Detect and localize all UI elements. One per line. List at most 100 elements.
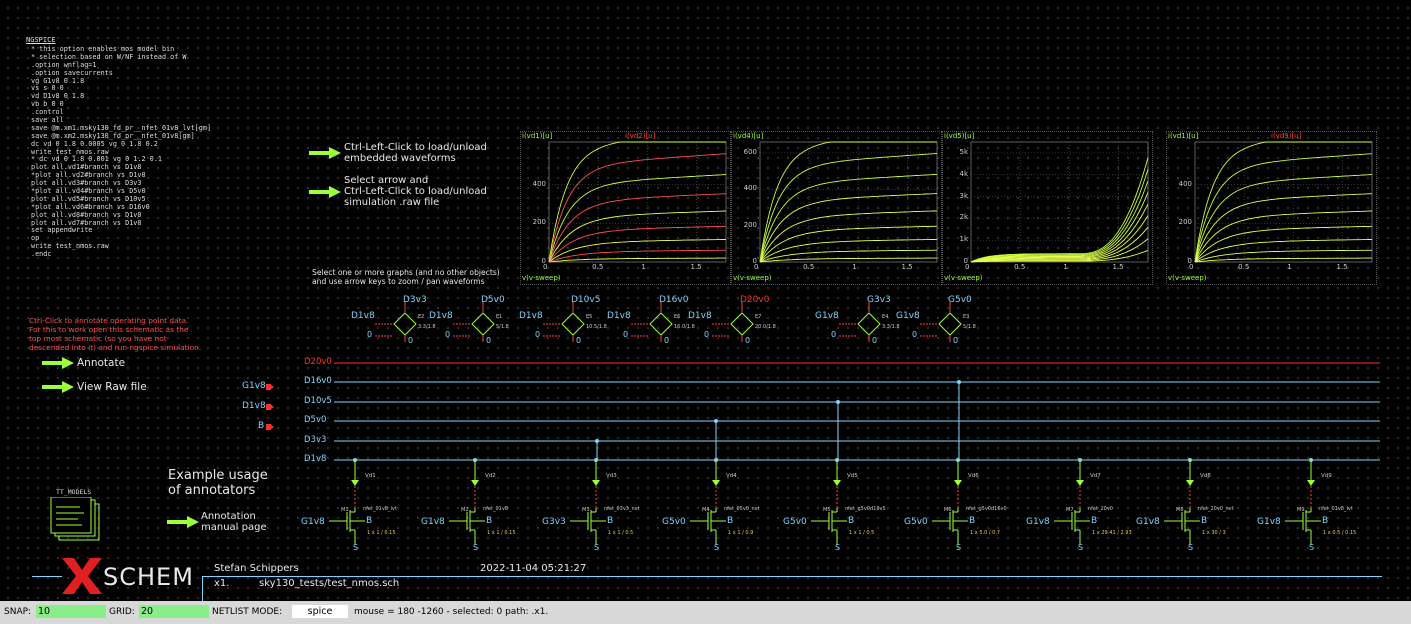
mosfet-model: nfet_20v0: [1088, 506, 1113, 512]
mosfet-size: 1 x 1 / 0.5: [849, 530, 875, 536]
gate-label: G1v8: [1136, 517, 1160, 527]
gate-label: G5v0: [783, 517, 807, 527]
source-gain: 10.5/1.8: [586, 324, 607, 330]
source-input-label: D1v8: [607, 311, 631, 321]
gate-label: G3v3: [542, 517, 566, 527]
ground-label: 0: [664, 336, 670, 345]
source-input-label: D1v8: [429, 311, 453, 321]
source-gain: 3.3/1.8: [882, 324, 900, 330]
gate-label: G1v8: [301, 517, 325, 527]
source-ref: E5: [586, 314, 593, 320]
source-label: S: [1309, 543, 1315, 552]
mosfet-ref: M4: [702, 507, 710, 513]
bus-label-d20v0: D20v0: [304, 357, 332, 367]
bulk-label: B: [969, 516, 976, 526]
mosfet-size: 1 x 0.5 / 0.15: [1323, 530, 1357, 536]
source-label: S: [714, 543, 720, 552]
bus-label-d16v0: D16v0: [304, 376, 332, 386]
source-input-label: D1v8: [519, 311, 543, 321]
bulk-label: B: [486, 516, 493, 526]
ground-label: 0: [623, 330, 629, 339]
mosfet-ref: M2: [461, 507, 469, 513]
schematic-path-text: sky130_tests/test_nmos.sch: [259, 578, 400, 589]
status-info: mouse = 180 -1260 - selected: 0 path: .x…: [354, 607, 549, 617]
mosfet-model: nfet_01v8: [483, 506, 508, 512]
gate-label: G5v0: [904, 517, 928, 527]
source-label: S: [1078, 543, 1084, 552]
voltage-source-name: Vd4: [726, 473, 737, 479]
ground-label: 0: [912, 330, 918, 339]
mosfet-model: nfet_03v3_nvt: [604, 506, 640, 512]
source-output-label: D20v0: [740, 295, 770, 305]
voltage-source-name: Vd7: [1090, 473, 1101, 479]
gate-label: G1v8: [1257, 517, 1281, 527]
mosfet-model: nfet_20v0_nvt: [1198, 506, 1234, 512]
source-output-label: G3v3: [867, 295, 891, 305]
xschem-logo-text: SCHEM: [103, 563, 194, 591]
source-input-label: D1v8: [688, 311, 712, 321]
source-gain: 20.0/1.8: [755, 324, 776, 330]
source-input-label: G1v8: [815, 311, 839, 321]
ground-label: 0: [576, 336, 582, 345]
mosfet-size: 1 x 1 / 0.9: [728, 530, 754, 536]
mosfet-ref: M3: [582, 507, 590, 513]
pin-b: B: [258, 421, 265, 431]
source-output-label: D16v0: [659, 295, 689, 305]
source-ref: E7: [755, 314, 762, 320]
ground-label: 0: [486, 336, 492, 345]
titleblock-divider: [202, 576, 203, 601]
mosfet-model: nfet_g5v0d10v5: [845, 506, 886, 512]
source-output-label: D3v3: [403, 295, 427, 305]
source-gain: 5/1.8: [963, 324, 976, 330]
mosfet-ref: M1: [341, 507, 349, 513]
source-ref: E2: [418, 314, 425, 320]
bus-label-d10v5: D10v5: [304, 396, 332, 406]
mosfet-model: nfet_05v0_nvt: [724, 506, 760, 512]
source-label: S: [956, 543, 962, 552]
mosfet-size: 1 x 30 / 3: [1202, 530, 1226, 536]
grid-input[interactable]: 20: [139, 605, 209, 618]
bulk-label: B: [1091, 516, 1098, 526]
source-output-label: D10v5: [571, 295, 601, 305]
mosfet-size: 1 x 1 / 0.15: [367, 530, 396, 536]
gate-label: G1v8: [1026, 517, 1050, 527]
date-text: 2022-11-04 05:21:27: [480, 563, 587, 574]
mosfet-ref: M8: [1176, 507, 1184, 513]
voltage-source-name: Vd2: [485, 473, 496, 479]
mosfet-size: 1 x 1 / 0.5: [608, 530, 634, 536]
bus-label-d5v0: D5v0: [304, 415, 327, 425]
snap-label: SNAP:: [4, 607, 32, 617]
source-gain: 5/1.8: [496, 324, 509, 330]
source-label: S: [353, 543, 359, 552]
xschem-logo-icon: [62, 558, 102, 594]
mosfet-ref: M5: [823, 507, 831, 513]
bulk-label: B: [607, 516, 614, 526]
grid-label: GRID:: [109, 607, 135, 617]
mosfet-model: nfet_01v8_lvt: [363, 506, 397, 512]
source-ref: E4: [882, 314, 889, 320]
pin-d1v8: D1v8: [242, 401, 266, 411]
source-label: S: [1188, 543, 1194, 552]
source-input-label: D1v8: [351, 311, 375, 321]
source-ref: E6: [674, 314, 681, 320]
source-label: S: [473, 543, 479, 552]
ground-label: 0: [535, 330, 541, 339]
schematic-canvas[interactable]: NGSPICE * this option enables mos model …: [0, 0, 1411, 601]
source-input-label: G1v8: [896, 311, 920, 321]
voltage-source-name: Vd8: [1200, 473, 1211, 479]
mosfet-size: 1 x 29.41 / 2.93: [1092, 530, 1132, 536]
source-output-label: G5v0: [948, 295, 972, 305]
netlist-mode-select[interactable]: spice: [292, 605, 348, 618]
ground-label: 0: [831, 330, 837, 339]
bus-label-d1v8: D1v8: [304, 454, 327, 464]
instance-text: x1.: [214, 578, 230, 589]
bulk-label: B: [848, 516, 855, 526]
snap-input[interactable]: 10: [36, 605, 106, 618]
ground-label: 0: [704, 330, 710, 339]
mosfet-model: nfet_01v8_lvt: [1319, 506, 1353, 512]
mosfet-size: 1 x 5.0 / 0.7: [970, 530, 1001, 536]
source-label: S: [594, 543, 600, 552]
source-label: S: [835, 543, 841, 552]
voltage-source-name: Vd6: [968, 473, 979, 479]
bulk-label: B: [1201, 516, 1208, 526]
